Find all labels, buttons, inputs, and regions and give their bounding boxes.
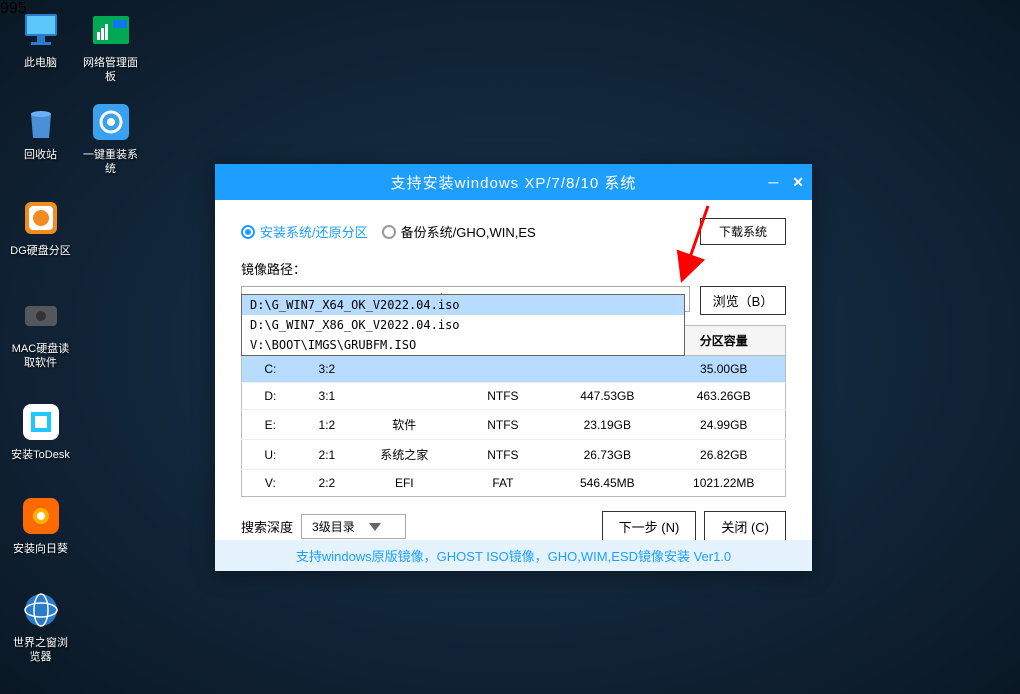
- todesk-icon: [19, 400, 63, 444]
- icon-label: MAC硬盘读取软件: [8, 342, 73, 370]
- radio-backup[interactable]: 备份系统/GHO,WIN,ES: [382, 222, 536, 241]
- next-button[interactable]: 下一步 (N): [602, 511, 697, 542]
- installer-window: 支持安装windows XP/7/8/10 系统 ─ ✕ 安装系统/还原分区 备…: [215, 164, 812, 571]
- path-label: 镜像路径：: [241, 259, 786, 278]
- close-button[interactable]: ✕: [792, 174, 804, 191]
- minimize-button[interactable]: ─: [768, 174, 778, 191]
- icon-label: 网络管理面板: [78, 56, 143, 84]
- table-row[interactable]: E:1:2软件NTFS23.19GB24.99GB: [242, 410, 786, 440]
- titlebar: 支持安装windows XP/7/8/10 系统 ─ ✕: [215, 164, 812, 200]
- icon-label: 此电脑: [24, 56, 57, 70]
- gear-icon: [89, 100, 133, 144]
- icon-label: 世界之窗浏览器: [8, 636, 73, 664]
- download-button[interactable]: 下载系统: [700, 218, 786, 245]
- search-depth-label: 搜索深度: [241, 517, 293, 536]
- desktop-icon-reinstall[interactable]: 一键重装系统: [78, 100, 143, 176]
- chevron-down-icon: [369, 523, 381, 531]
- desktop-icon-sunflower[interactable]: 安装向日葵: [8, 494, 73, 556]
- mac-icon: [19, 294, 63, 338]
- desktop-icon-dg[interactable]: DG硬盘分区: [8, 196, 73, 258]
- close-btn[interactable]: 关闭 (C): [704, 511, 786, 542]
- icon-label: 安装向日葵: [13, 542, 68, 556]
- table-row[interactable]: C:3:235.00GB: [242, 356, 786, 383]
- dropdown-option[interactable]: D:\G_WIN7_X86_OK_V2022.04.iso: [242, 315, 684, 335]
- disk-icon: [19, 196, 63, 240]
- path-dropdown: D:\G_WIN7_X64_OK_V2022.04.iso D:\G_WIN7_…: [241, 294, 685, 356]
- icon-label: 安装ToDesk: [11, 448, 70, 462]
- table-row[interactable]: D:3:1NTFS447.53GB463.26GB: [242, 383, 786, 410]
- desktop-icon-browser[interactable]: 世界之窗浏览器: [8, 588, 73, 664]
- desktop-icon-todesk[interactable]: 安装ToDesk: [8, 400, 73, 462]
- radio-install[interactable]: 安装系统/还原分区: [241, 222, 368, 241]
- dropdown-option[interactable]: V:\BOOT\IMGS\GRUBFM.ISO: [242, 335, 684, 355]
- desktop-icon-macdisk[interactable]: MAC硬盘读取软件: [8, 294, 73, 370]
- table-row[interactable]: V:2:2EFIFAT546.45MB1021.22MB: [242, 470, 786, 497]
- dropdown-option[interactable]: D:\G_WIN7_X64_OK_V2022.04.iso: [242, 295, 684, 315]
- globe-icon: [19, 588, 63, 632]
- desktop-icon-netpanel[interactable]: 网络管理面板: [78, 8, 143, 84]
- icon-label: DG硬盘分区: [10, 244, 71, 258]
- desktop-icon-pc[interactable]: 此电脑: [8, 8, 73, 70]
- table-row[interactable]: U:2:1系统之家NTFS26.73GB26.82GB: [242, 440, 786, 470]
- desktop-icon-recycle[interactable]: 回收站: [8, 100, 73, 162]
- trash-icon: [19, 100, 63, 144]
- window-title: 支持安装windows XP/7/8/10 系统: [391, 172, 637, 193]
- icon-label: 回收站: [24, 148, 57, 162]
- search-depth-select[interactable]: 3级目录: [301, 514, 406, 539]
- browse-button[interactable]: 浏览（B）: [700, 286, 786, 315]
- monitor-icon: [19, 8, 63, 52]
- icon-label: 一键重装系统: [78, 148, 143, 176]
- netpanel-icon: [89, 8, 133, 52]
- sunflower-icon: [19, 494, 63, 538]
- info-strip: 支持windows原版镜像，GHOST ISO镜像，GHO,WIM,ESD镜像安…: [215, 540, 812, 571]
